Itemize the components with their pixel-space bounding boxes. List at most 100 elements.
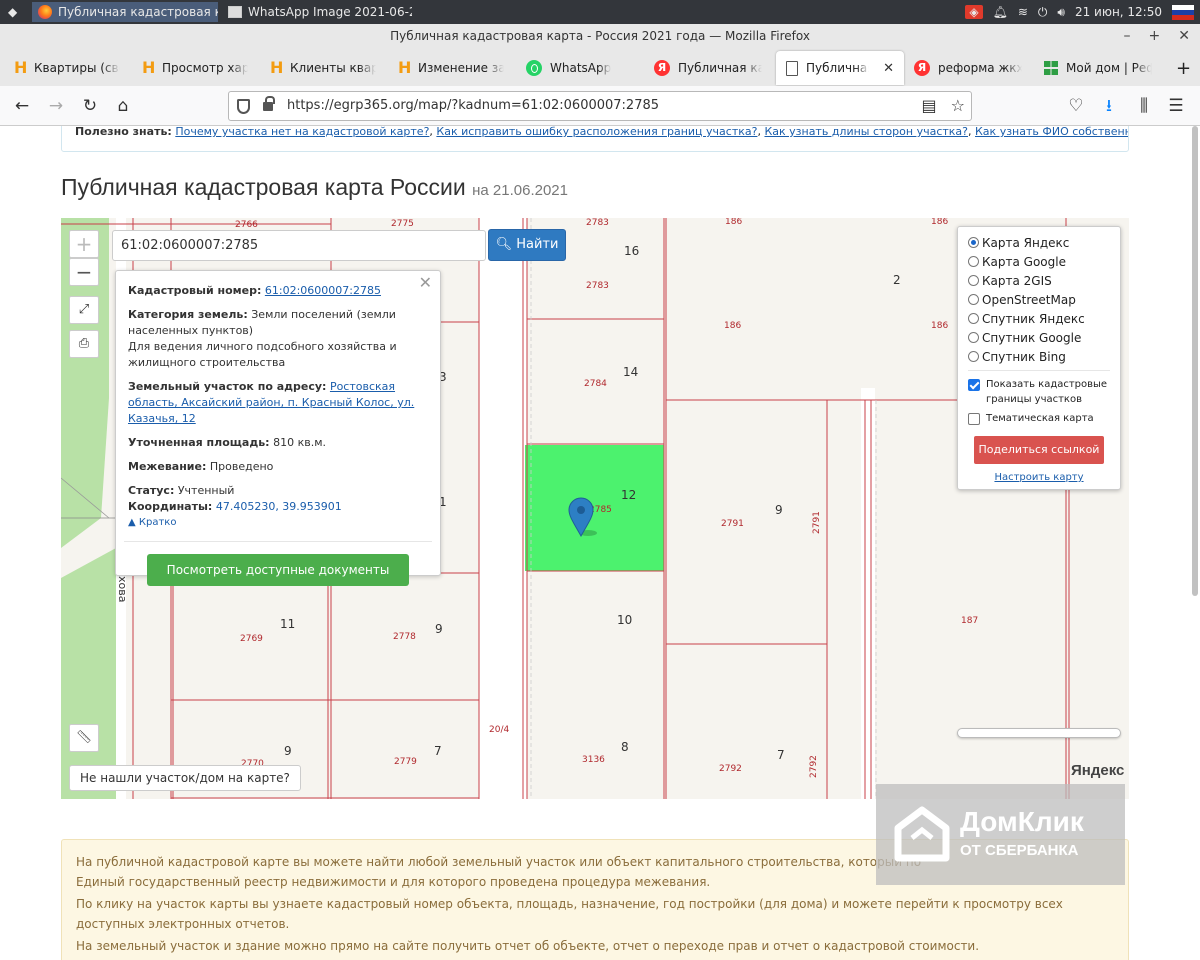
thematic-map-label: Тематическая карта [986, 413, 1094, 424]
h-icon: H [398, 58, 412, 77]
library-icon[interactable]: ⫼ [1132, 94, 1156, 118]
grid-icon [1044, 61, 1058, 75]
cadastral-number: 3136 [582, 755, 605, 765]
tip-link[interactable]: Как узнать ФИО собственника участка? [975, 126, 1128, 138]
tip-link[interactable]: Как исправить ошибку расположения границ… [436, 126, 757, 138]
tab-reform[interactable]: Яреформа жкх са [904, 51, 1032, 85]
layer-label: Карта Google [982, 254, 1066, 269]
pocket-icon[interactable]: ♡ [1064, 94, 1088, 118]
checkbox[interactable] [968, 379, 980, 391]
power-icon[interactable]: ⏻ [1038, 5, 1048, 20]
clock[interactable]: 21 июн, 12:50 [1075, 5, 1162, 19]
cadastral-number: 186 [931, 321, 948, 331]
zoom-out-button[interactable]: − [69, 258, 99, 286]
cadastral-number: 2779 [394, 757, 417, 767]
taskbar-item-label: Публичная кадастровая ка... [58, 5, 218, 19]
layer-option-google-map[interactable]: Карта Google [968, 252, 1110, 271]
yandex-icon: Я [914, 60, 930, 76]
tip-link[interactable]: Как узнать длины сторон участка? [764, 126, 968, 138]
volume-icon[interactable]: 🔊︎ [1057, 5, 1065, 20]
url-text[interactable]: https://egrp365.org/map/?kadnum=61:02:06… [287, 98, 659, 113]
bookmark-star-icon[interactable]: ☆ [951, 96, 965, 115]
thematic-map-checkbox[interactable]: Тематическая карта [968, 411, 1110, 426]
tab-cadastral-yandex[interactable]: Я Публичная када [644, 51, 772, 85]
tab-whatsapp[interactable]: WhatsApp [516, 51, 642, 85]
maximize-icon[interactable]: + [1149, 24, 1161, 48]
keyboard-layout-flag-icon[interactable] [1172, 4, 1194, 20]
layer-option-osm[interactable]: OpenStreetMap [968, 290, 1110, 309]
tab-change[interactable]: H Изменение запи [388, 51, 514, 85]
configure-map-link[interactable]: Настроить карту [968, 472, 1110, 483]
view-documents-button[interactable]: Посмотреть доступные документы [147, 554, 409, 586]
tab-clients[interactable]: H Клиенты квартиры [260, 51, 386, 85]
cadastral-number: 20/4 [489, 725, 509, 735]
cadastral-map[interactable]: 16 2 14 12 9 10 11 9 9 7 8 7 3 1 2766 27… [61, 218, 1129, 799]
ruler-icon[interactable]: 📏︎ [69, 724, 99, 752]
tab-my-house[interactable]: Мой дом | Рефо [1034, 51, 1162, 85]
radio-button[interactable] [968, 351, 979, 362]
caret-up-icon: ▲ [128, 517, 136, 528]
menu-icon[interactable]: ☰ [1164, 94, 1188, 118]
taskbar-item-image[interactable]: WhatsApp Image 2021-06-2... [222, 2, 412, 22]
close-popup-icon[interactable]: ✕ [419, 275, 432, 291]
search-button-label: Найти [516, 237, 559, 252]
layer-option-bing-satellite[interactable]: Спутник Bing [968, 347, 1110, 366]
layer-option-yandex-satellite[interactable]: Спутник Яндекс [968, 309, 1110, 328]
notice-paragraph: По клику на участок карты вы узнаете кад… [76, 897, 1063, 931]
new-tab-button[interactable]: + [1166, 51, 1196, 85]
cadastral-search-input[interactable]: 61:02:0600007:2785 [112, 230, 486, 261]
reader-view-icon[interactable]: ▤ [922, 96, 937, 115]
cadnum-link[interactable]: 61:02:0600007:2785 [265, 284, 381, 297]
tab-cadastral-active[interactable]: Публичная ка ✕ [776, 51, 904, 85]
tab-close-icon[interactable]: ✕ [883, 61, 894, 76]
back-icon[interactable]: ← [10, 94, 34, 118]
layer-option-yandex-map[interactable]: Карта Яндекс [968, 233, 1110, 252]
bell-icon[interactable]: 🔔︎ [993, 5, 1008, 19]
downloads-icon[interactable]: ⭳ [1097, 94, 1121, 118]
radio-button[interactable] [968, 313, 979, 324]
layer-option-2gis[interactable]: Карта 2GIS [968, 271, 1110, 290]
show-borders-checkbox[interactable]: Показать кадастровые границы участков [968, 377, 1110, 407]
tab-view[interactable]: H Просмотр характ [132, 51, 258, 85]
layer-label: OpenStreetMap [982, 292, 1076, 307]
tip-link[interactable]: Почему участка нет на кадастровой карте? [175, 126, 429, 138]
radio-button[interactable] [968, 332, 979, 343]
category-label: Категория земель: [128, 308, 248, 321]
home-icon[interactable]: ⌂ [111, 94, 135, 118]
wifi-icon[interactable]: ≋ [1018, 5, 1028, 19]
start-menu-icon[interactable]: ◆ [2, 2, 26, 22]
radio-button[interactable] [968, 275, 979, 286]
web-page: Полезно знать: Почему участка нет на кад… [0, 126, 1200, 960]
navigation-toolbar: ← → ↻ ⌂ https://egrp365.org/map/?kadnum=… [0, 86, 1200, 126]
short-view-link[interactable]: ▲ Кратко [128, 515, 428, 531]
radio-button[interactable] [968, 256, 979, 267]
zoom-in-button[interactable]: + [69, 230, 99, 258]
url-bar[interactable]: https://egrp365.org/map/?kadnum=61:02:06… [228, 91, 972, 121]
close-icon[interactable]: ✕ [1178, 24, 1190, 48]
os-top-panel: ◆ Публичная кадастровая ка... WhatsApp I… [0, 0, 1200, 24]
minimize-icon[interactable]: – [1124, 24, 1131, 48]
checkbox[interactable] [968, 413, 980, 425]
reload-icon[interactable]: ↻ [78, 94, 102, 118]
fullscreen-icon[interactable]: ⤢ [69, 296, 99, 324]
radio-button[interactable] [968, 294, 979, 305]
tips-label: Полезно знать: [75, 126, 172, 138]
map-slider[interactable] [957, 728, 1121, 738]
tracking-shield-icon[interactable] [237, 99, 250, 114]
taskbar-item-firefox[interactable]: Публичная кадастровая ка... [32, 2, 218, 22]
tab-label: Клиенты квартиры [290, 61, 376, 75]
radio-button[interactable] [968, 237, 979, 248]
app-tray-icon[interactable]: ◈ [965, 5, 983, 19]
page-scrollbar[interactable] [1192, 126, 1198, 596]
address-label: Земельный участок по адресу: [128, 380, 327, 393]
survey-value: Проведено [209, 460, 274, 473]
layer-option-google-satellite[interactable]: Спутник Google [968, 328, 1110, 347]
print-icon[interactable]: ⎙ [69, 330, 99, 358]
coords-label: Координаты: [128, 500, 213, 513]
not-found-button[interactable]: Не нашли участок/дом на карте? [69, 765, 301, 791]
lock-icon[interactable] [263, 96, 275, 111]
tab-apartments[interactable]: H Квартиры (свои [4, 51, 130, 85]
share-link-button[interactable]: Поделиться ссылкой [974, 436, 1104, 464]
search-button[interactable]: 🔍︎ Найти [488, 229, 566, 261]
forward-icon[interactable]: → [44, 94, 68, 118]
